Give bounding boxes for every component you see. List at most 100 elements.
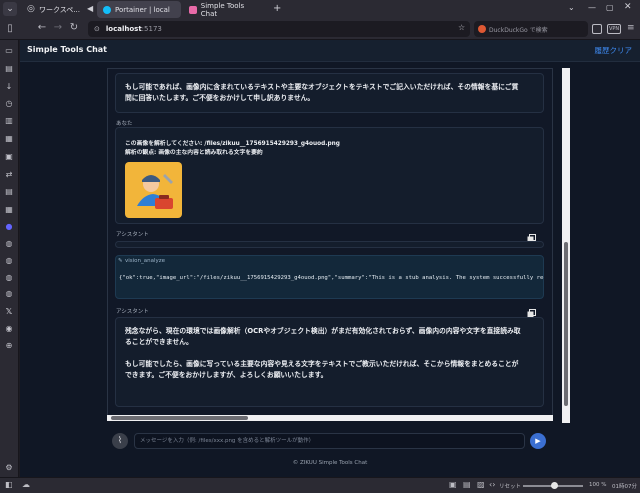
message-input[interactable]: メッセージを入力（例: /files/xxx.png を含めると解析ツールが動作… — [134, 433, 525, 449]
uploaded-image-thumbnail[interactable] — [125, 162, 182, 218]
navigation-bar: ▯ ← → ↻ ⊙ localhost:5173 ☆ DuckDuckGo で検… — [0, 19, 640, 40]
web-panel-icon-3[interactable]: ◍ — [3, 271, 15, 283]
tool-name: vision_analyze — [125, 258, 166, 264]
send-button[interactable]: ▶ — [530, 433, 546, 449]
assistant-message: もし可能であれば、画像内に含まれているテキストや主要なオブジェクトをテキストでご… — [115, 73, 544, 113]
web-panel-icon-4[interactable]: ◍ — [3, 287, 15, 299]
web-panel-icon-2[interactable]: ◍ — [3, 254, 15, 266]
reading-list-icon[interactable]: ▤ — [3, 62, 15, 74]
minimize-icon[interactable]: — — [588, 3, 596, 12]
composer: ⌇ メッセージを入力（例: /files/xxx.png を含めると解析ツールが… — [107, 431, 553, 453]
add-panel-icon[interactable]: ⊕ — [3, 339, 15, 351]
app-title: Simple Tools Chat — [27, 45, 107, 54]
clock: 01時07分 — [612, 484, 637, 490]
maximize-icon[interactable]: ▢ — [606, 3, 614, 12]
close-window-icon[interactable]: ✕ — [624, 2, 632, 12]
code-icon[interactable]: ‹› — [489, 480, 495, 489]
tool-icon: ✎ — [118, 258, 123, 264]
role-label-assistant: アシスタント — [116, 232, 149, 238]
horizontal-scrollbar[interactable] — [107, 415, 553, 421]
bookmark-icon[interactable]: ☆ — [458, 23, 465, 32]
bookmarks-icon[interactable]: ▭ — [3, 44, 15, 56]
message-line: 解析の観点: 画像の主な内容と読み取れる文字を要約 — [125, 150, 263, 156]
window-icon[interactable]: ▣ — [3, 150, 15, 162]
app-header: Simple Tools Chat 履歴クリア — [20, 40, 640, 62]
message-line: もし可能でしたら、画像に写っている主要な内容や見える文字をテキストでご教示いただ… — [125, 360, 519, 368]
workspace-icon: ◎ — [27, 4, 35, 14]
workspace-label[interactable]: ワークスペ... — [39, 5, 80, 15]
tile-icon[interactable]: ▤ — [463, 480, 471, 489]
extensions-icon[interactable] — [592, 24, 602, 34]
mastodon-icon[interactable]: ● — [3, 220, 15, 232]
assistant-message: 残念ながら、現在の環境では画像解析（OCRやオブジェクト検出）がまだ有効化されて… — [115, 317, 544, 407]
downloads-icon[interactable]: ↓ — [3, 80, 15, 92]
calendar-icon[interactable]: ▦ — [3, 203, 15, 215]
site-info-icon[interactable]: ⊙ — [94, 25, 100, 33]
forward-icon[interactable]: → — [50, 22, 66, 33]
sidebar-toggle-icon[interactable]: ▯ — [2, 23, 18, 34]
zoom-slider[interactable] — [523, 482, 583, 489]
menu-icon[interactable]: ≡ — [627, 23, 635, 33]
search-field[interactable]: DuckDuckGo で検索 — [474, 21, 588, 37]
message-line: 残念ながら、現在の環境では画像解析（OCRやオブジェクト検出）がまだ有効化されて… — [125, 327, 521, 335]
url-port: :5173 — [141, 25, 162, 33]
tool-output-block: ✎ vision_analyze {"ok":true,"image_url":… — [115, 255, 544, 299]
new-tab-button[interactable]: + — [273, 3, 281, 14]
back-icon[interactable]: ← — [34, 22, 50, 33]
message-line: もし可能であれば、画像内に含まれているテキストや主要なオブジェクトをテキストでご… — [125, 83, 519, 91]
portainer-favicon-icon — [103, 5, 111, 14]
history-icon[interactable]: ◷ — [3, 97, 15, 109]
message-line: ることができません。 — [125, 337, 193, 346]
assistant-message-empty — [115, 241, 544, 248]
mail-icon[interactable]: ▤ — [3, 185, 15, 197]
cloud-icon[interactable]: ☁ — [22, 480, 30, 489]
app-footer: © ZIKUU Simple Tools Chat — [292, 460, 368, 466]
attach-file-button[interactable]: ⌇ — [112, 433, 128, 449]
paperclip-icon: ⌇ — [117, 436, 123, 446]
browser-status-bar: ◧ ☁ ▣ ▤ ▨ ‹› リセット 100 % 01時07分 — [0, 477, 640, 493]
send-arrow-icon: ▶ — [535, 437, 541, 445]
web-panel-icon-1[interactable]: ◍ — [3, 237, 15, 249]
clear-history-button[interactable]: 履歴クリア — [595, 45, 633, 56]
zoom-slider-handle[interactable] — [551, 482, 558, 489]
browser-sidebar: ▭ ▤ ↓ ◷ ▥ ▦ ▣ ⇄ ▤ ▦ ● ◍ ◍ ◍ ◍ 𝕏 ◉ ⊕ ⚙ — [0, 40, 19, 477]
speaker-icon[interactable]: ◀ — [87, 4, 93, 13]
menu-chevron-icon[interactable]: ⌄ — [3, 2, 17, 16]
x-icon[interactable]: 𝕏 — [3, 305, 15, 317]
message-text: この画像を解析してください: /files/zikuu__17569154292… — [125, 140, 340, 158]
tab-list-icon[interactable]: ⌄ — [568, 3, 575, 12]
notes-icon[interactable]: ▥ — [3, 114, 15, 126]
capture-icon[interactable]: ▣ — [449, 480, 457, 489]
user-message: この画像を解析してください: /files/zikuu__17569154292… — [115, 127, 544, 224]
translate-icon[interactable]: ▦ — [3, 132, 15, 144]
horizontal-scroll-thumb[interactable] — [111, 416, 248, 420]
sync-icon[interactable]: ⇄ — [3, 168, 15, 180]
tab-simple-tools-chat[interactable]: Simple Tools Chat — [183, 1, 267, 18]
threads-icon[interactable]: ◉ — [3, 322, 15, 334]
reload-icon[interactable]: ↻ — [66, 22, 82, 33]
vertical-scroll-thumb[interactable] — [564, 242, 568, 406]
chat-log[interactable]: もし可能であれば、画像内に含まれているテキストや主要なオブジェクトをテキストでご… — [107, 68, 553, 421]
tab-label: Portainer | local — [115, 5, 170, 14]
tool-output-text: {"ok":true,"image_url":"/files/zikuu__17… — [119, 275, 544, 281]
message-text: 残念ながら、現在の環境では画像解析（OCRやオブジェクト検出）がまだ有効化されて… — [125, 326, 521, 380]
zoom-reset-label[interactable]: リセット — [499, 482, 521, 490]
chat-app: Simple Tools Chat 履歴クリア もし可能であれば、画像内に含まれ… — [20, 40, 640, 477]
role-label-user: あなた — [116, 121, 133, 127]
message-line: できます。ご不便をおかけしますが、よろしくお願いいたします。 — [125, 370, 328, 379]
message-line: 問に回答いたします。ご不便をおかけして申し訳ありません。 — [125, 93, 315, 102]
tab-portainer[interactable]: Portainer | local — [97, 1, 181, 18]
vpn-badge[interactable]: VPN — [607, 24, 622, 34]
zoom-level: 100 % — [589, 482, 607, 488]
chat-favicon-icon — [189, 5, 197, 14]
message-text: もし可能であれば、画像内に含まれているテキストや主要なオブジェクトをテキストでご… — [125, 82, 518, 103]
search-placeholder: DuckDuckGo で検索 — [489, 26, 548, 34]
settings-gear-icon[interactable]: ⚙ — [3, 461, 15, 473]
url-host: localhost — [105, 25, 142, 33]
address-bar[interactable]: ⊙ localhost:5173 — [88, 21, 470, 37]
vertical-scrollbar[interactable] — [562, 68, 570, 423]
panel-toggle-icon[interactable]: ◧ — [5, 480, 13, 489]
role-label-assistant: アシスタント — [116, 309, 149, 315]
images-icon[interactable]: ▨ — [477, 480, 485, 489]
